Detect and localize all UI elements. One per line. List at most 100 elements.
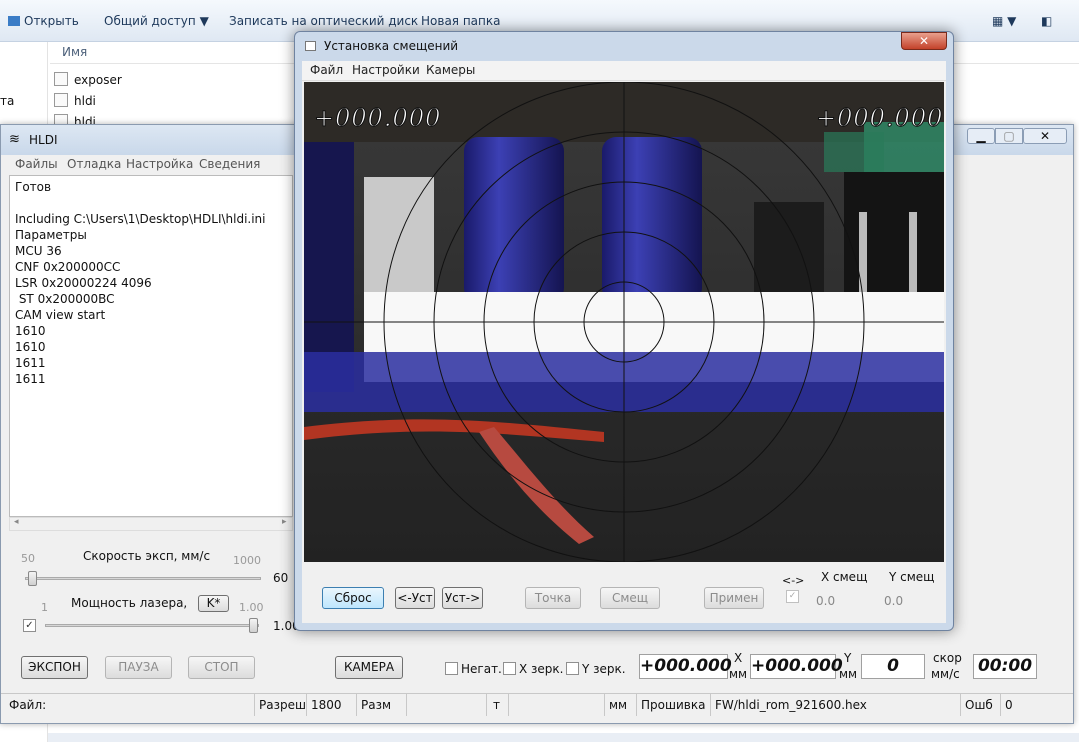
y-unit-label: Y <box>844 651 852 665</box>
x-unit-label: X <box>734 651 743 665</box>
log-line: 1611 <box>15 356 46 370</box>
power-max: 1.00 <box>239 601 264 614</box>
file-item[interactable]: exposer <box>54 72 122 92</box>
camera-x-overlay: +000.000 <box>313 104 442 133</box>
speed-label: Скорость эксп, мм/с <box>83 549 211 563</box>
dialog-app-icon <box>305 41 316 51</box>
scroll-right-icon[interactable]: ▸ <box>282 517 287 527</box>
dialog-menu-cameras[interactable]: Камеры <box>426 63 475 77</box>
reset-button[interactable]: Сброс <box>322 587 384 609</box>
status-mm-label: мм <box>605 694 637 716</box>
set-left-button[interactable]: <-Уст <box>395 587 435 609</box>
file-icon <box>54 72 68 86</box>
x-unit-mm: мм <box>729 667 748 681</box>
y-unit-mm: мм <box>839 667 858 681</box>
speed-value: 60 <box>273 571 289 585</box>
swap-checkbox[interactable]: ✓ <box>786 590 799 603</box>
log-line: CAM view start <box>15 308 106 322</box>
status-t-label: т <box>489 694 509 716</box>
negative-label: Негат. <box>461 662 502 676</box>
expose-button[interactable]: ЭКСПОН <box>21 656 88 679</box>
camera-button[interactable]: КАМЕРА <box>335 656 403 679</box>
status-empty-2 <box>509 694 605 716</box>
preview-pane-icon[interactable]: ◧ <box>1041 14 1052 28</box>
dialog-menu-file[interactable]: Файл <box>310 63 343 77</box>
y-offset-label: Y смещ <box>889 570 935 584</box>
menu-settings[interactable]: Настройка <box>126 157 193 171</box>
column-name[interactable]: Имя <box>62 45 87 59</box>
set-right-button[interactable]: Уст-> <box>442 587 483 609</box>
speed-unit-mms: мм/с <box>931 667 960 681</box>
hldi-app-icon: ≋ <box>9 132 20 147</box>
dialog-menu-settings[interactable]: Настройки <box>352 63 420 77</box>
view-options-icon[interactable]: ▦ ▼ <box>992 14 1016 28</box>
power-slider[interactable] <box>45 618 259 633</box>
log-line: Готов <box>15 180 52 194</box>
stop-button[interactable]: СТОП <box>188 656 255 679</box>
speed-slider[interactable] <box>25 571 261 586</box>
status-empty-1 <box>407 694 487 716</box>
y-offset-value: 0.0 <box>884 594 904 608</box>
power-min: 1 <box>41 601 48 614</box>
time-field: 00:00 <box>973 654 1037 679</box>
new-folder-button[interactable]: Новая папка <box>421 14 500 28</box>
y-position-field: +000.000 <box>750 654 843 679</box>
y-mirror-label: Y зерк. <box>582 662 626 676</box>
log-line: 1610 <box>15 340 46 354</box>
speed-min: 50 <box>21 552 35 565</box>
status-fw-value: FW/hldi_rom_921600.hex <box>711 694 961 716</box>
open-icon <box>8 16 20 26</box>
menu-files[interactable]: Файлы <box>15 157 58 171</box>
speed-field: 0 <box>861 654 925 679</box>
dialog-titlebar[interactable]: Установка смещений ✕ <box>295 32 953 60</box>
offset-button[interactable]: Смещ <box>600 587 660 609</box>
open-button[interactable]: Открыть <box>8 14 79 28</box>
power-label: Мощность лазера, <box>71 596 188 610</box>
power-enable-checkbox[interactable]: ✓ <box>23 619 36 632</box>
speed-max: 1000 <box>233 554 261 567</box>
x-offset-value: 0.0 <box>816 594 836 608</box>
dialog-menu-bar: Файл Настройки Камеры <box>302 61 946 81</box>
negative-checkbox[interactable] <box>445 662 458 675</box>
pause-button[interactable]: ПАУЗА <box>105 656 172 679</box>
log-line: 1610 <box>15 324 46 338</box>
log-line: MCU 36 <box>15 244 62 258</box>
point-button[interactable]: Точка <box>525 587 581 609</box>
menu-debug[interactable]: Отладка <box>67 157 121 171</box>
speed-slider-thumb[interactable] <box>28 571 37 586</box>
scroll-left-icon[interactable]: ◂ <box>14 517 19 527</box>
x-mirror-checkbox[interactable] <box>503 662 516 675</box>
status-res-value: 1800 <box>307 694 357 716</box>
y-mirror-checkbox[interactable] <box>566 662 579 675</box>
dialog-close-button[interactable]: ✕ <box>901 32 947 50</box>
speed-unit-label: скор <box>933 651 962 665</box>
status-res-label: Разреш <box>255 694 307 716</box>
status-fw-label: Прошивка <box>637 694 711 716</box>
apply-button[interactable]: Примен <box>704 587 764 609</box>
status-errors-value: 0 <box>1005 698 1013 712</box>
minimize-button[interactable]: ▁ <box>967 128 995 144</box>
offset-dialog: Установка смещений ✕ Файл Настройки Каме… <box>294 31 954 631</box>
burn-button[interactable]: Записать на оптический диск <box>229 14 418 28</box>
status-errors-label: Ошб <box>961 694 1001 716</box>
file-item[interactable]: hldi <box>54 93 96 113</box>
log-line: Параметры <box>15 228 87 242</box>
maximize-button[interactable]: ▢ <box>995 128 1023 144</box>
power-slider-thumb[interactable] <box>249 618 258 633</box>
dialog-body: Файл Настройки Камеры +000.000 +000.000 … <box>302 61 946 623</box>
camera-image <box>304 82 944 562</box>
camera-view[interactable]: +000.000 +000.000 <box>304 82 944 562</box>
k-factor-button[interactable]: K* <box>198 595 229 612</box>
status-file-label: Файл: <box>5 694 255 716</box>
app-icon <box>54 93 68 107</box>
menu-info[interactable]: Сведения <box>199 157 260 171</box>
share-button[interactable]: Общий доступ ▼ <box>104 14 209 28</box>
camera-y-overlay: +000.000 <box>815 104 944 133</box>
log-line: 1611 <box>15 372 46 386</box>
log-line: ST 0x200000BC <box>15 292 115 306</box>
chevron-down-icon: ▼ <box>199 14 209 28</box>
close-button[interactable]: ✕ <box>1023 128 1067 144</box>
log-output[interactable]: Готов Including C:\Users\1\Desktop\HDLI\… <box>9 175 293 517</box>
log-horizontal-scrollbar[interactable]: ◂ ▸ <box>9 517 293 531</box>
swap-label: <-> <box>782 574 805 587</box>
